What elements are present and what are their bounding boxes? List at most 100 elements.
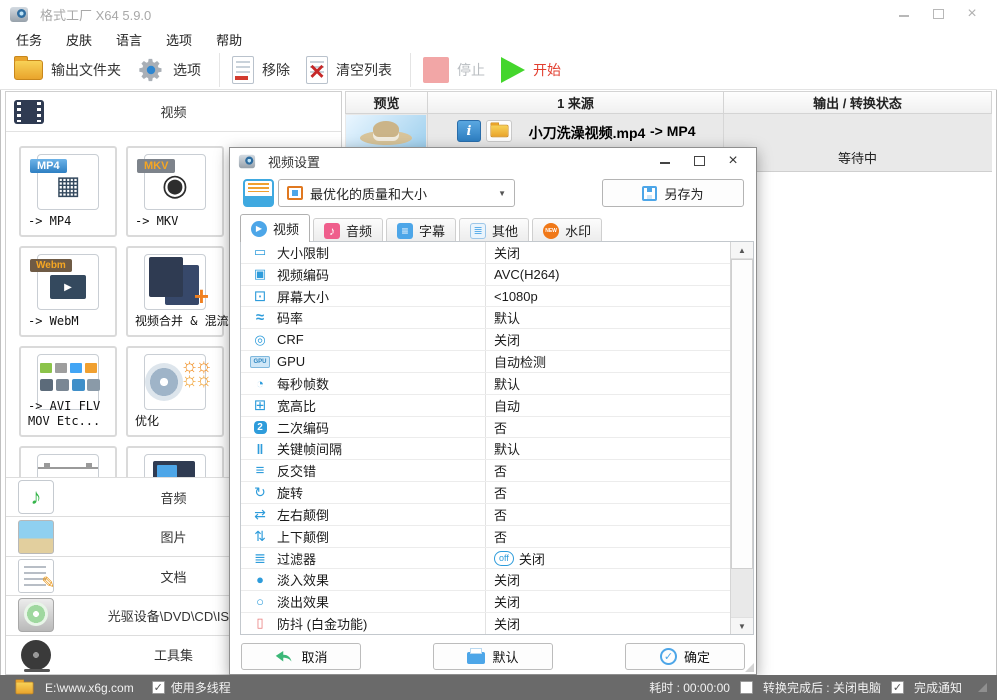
video-preview-thumbnail[interactable] <box>346 115 426 147</box>
scroll-down-icon[interactable]: ▼ <box>731 617 753 634</box>
open-output-folder-button[interactable] <box>486 120 512 142</box>
scrollbar[interactable]: ▲ ▼ <box>730 242 753 634</box>
window-resize-grip[interactable] <box>978 683 987 692</box>
setting-row[interactable]: 宽高比 自动 <box>241 394 730 417</box>
dialog-tab[interactable]: 视频 <box>240 214 311 242</box>
menu-item[interactable]: 选项 <box>166 30 192 49</box>
setting-value[interactable]: 否 <box>486 483 730 502</box>
multithread-checkbox[interactable] <box>151 681 165 694</box>
format-card[interactable]: -> MKV <box>126 146 224 237</box>
minimize-icon[interactable] <box>897 7 911 21</box>
fade-in-icon <box>250 572 270 587</box>
clear-list-label: 清空列表 <box>336 61 392 78</box>
setting-value[interactable]: 默认 <box>486 308 730 327</box>
column-preview[interactable]: 预览 <box>346 92 428 113</box>
setting-value[interactable]: 否 <box>486 527 730 546</box>
format-card[interactable]: -> WebM <box>19 246 117 337</box>
setting-row[interactable]: 视频编码 AVC(H264) <box>241 263 730 286</box>
setting-value[interactable]: off 关闭 <box>486 549 730 568</box>
menu-item[interactable]: 皮肤 <box>66 30 92 49</box>
media-info-button[interactable]: i <box>457 120 481 142</box>
setting-value[interactable]: 关闭 <box>486 330 730 349</box>
setting-value[interactable]: 否 <box>486 418 730 437</box>
column-source[interactable]: 1 来源 <box>428 92 724 113</box>
setting-row[interactable]: 上下颠倒 否 <box>241 525 730 548</box>
setting-value[interactable]: 关闭 <box>486 243 730 262</box>
output-path-item[interactable]: E:\www.x6g.com <box>10 678 134 698</box>
toolbar: 输出文件夹 选项 移除 清空列表 停止 开始 <box>0 50 997 90</box>
scroll-up-icon[interactable]: ▲ <box>731 242 753 259</box>
dialog-tab[interactable]: 水印 <box>532 218 603 242</box>
setting-value[interactable]: 关闭 <box>486 570 730 589</box>
cancel-button[interactable]: 取消 <box>241 643 361 670</box>
setting-row[interactable]: 二次编码 否 <box>241 416 730 439</box>
ok-button[interactable]: 确定 <box>625 643 745 670</box>
setting-value[interactable]: 关闭 <box>486 592 730 611</box>
filelist-header: 预览 1 来源 输出 / 转换状态 <box>345 91 992 114</box>
setting-row[interactable]: 淡出效果 关闭 <box>241 591 730 614</box>
cancel-label: 取消 <box>301 650 328 665</box>
setting-row[interactable]: 每秒帧数 默认 <box>241 372 730 395</box>
dialog-tab[interactable]: 其他 <box>459 218 530 242</box>
close-icon[interactable] <box>965 7 979 21</box>
setting-row[interactable]: GPU 自动检测 <box>241 351 730 373</box>
setting-value[interactable]: 自动 <box>486 396 730 415</box>
setting-value[interactable]: 默认 <box>486 439 730 458</box>
dialog-resize-grip[interactable] <box>745 663 754 672</box>
remove-button[interactable]: 移除 <box>232 55 290 84</box>
dialog-maximize-icon[interactable] <box>692 154 706 168</box>
clear-list-button[interactable]: 清空列表 <box>306 55 392 84</box>
setting-row[interactable]: 左右颠倒 否 <box>241 503 730 526</box>
save-as-button[interactable]: 另存为 <box>602 179 744 207</box>
setting-row[interactable]: 大小限制 关闭 <box>241 242 730 264</box>
options-button[interactable]: 选项 <box>137 56 201 84</box>
stop-button[interactable]: 停止 <box>423 56 485 83</box>
dialog-tab[interactable]: 字幕 <box>386 218 457 242</box>
format-card[interactable]: -> MP4 <box>19 146 117 237</box>
stop-label: 停止 <box>457 61 485 78</box>
setting-row[interactable]: 淡入效果 关闭 <box>241 569 730 592</box>
setting-value[interactable]: 默认 <box>486 374 730 393</box>
column-output-status[interactable]: 输出 / 转换状态 <box>724 92 991 113</box>
format-card[interactable]: 优化 <box>126 346 224 437</box>
format-card[interactable]: 视频合并 & 混流 <box>126 246 229 337</box>
scrollbar-thumb[interactable] <box>731 259 753 569</box>
start-button[interactable]: 开始 <box>501 56 561 83</box>
dialog-tab[interactable]: 音频 <box>313 218 384 242</box>
sidebar-section-video[interactable]: 视频 <box>6 92 341 132</box>
setting-row[interactable]: 关键帧间隔 默认 <box>241 438 730 461</box>
setting-value[interactable]: 否 <box>486 461 730 480</box>
output-folder-button[interactable]: 输出文件夹 <box>14 55 121 80</box>
setting-value[interactable]: <1080p <box>486 289 730 304</box>
setting-row[interactable]: 旋转 否 <box>241 482 730 504</box>
setting-row[interactable]: 防抖 (白金功能) 关闭 <box>241 613 730 634</box>
notify-label: 完成通知 <box>913 681 962 695</box>
format-card[interactable]: -> AVI FLV MOV Etc... <box>19 346 117 437</box>
scrollbar-track[interactable] <box>731 568 753 617</box>
maximize-icon[interactable] <box>931 7 945 21</box>
remove-label: 移除 <box>262 61 290 78</box>
notify-checkbox[interactable] <box>890 681 904 694</box>
setting-value[interactable]: 关闭 <box>486 614 730 633</box>
setting-row[interactable]: 码率 默认 <box>241 307 730 330</box>
setting-row[interactable]: 过滤器 off 关闭 <box>241 547 730 570</box>
setting-row[interactable]: 屏幕大小 <1080p <box>241 285 730 308</box>
setting-row[interactable]: CRF 关闭 <box>241 329 730 352</box>
dialog-title: 视频设置 <box>268 154 321 170</box>
conversion-status: 等待中 <box>837 151 877 166</box>
menu-item[interactable]: 语言 <box>116 30 142 49</box>
setting-value[interactable]: 自动检测 <box>486 352 730 371</box>
menu-item[interactable]: 任务 <box>16 30 42 49</box>
dialog-minimize-icon[interactable] <box>658 154 672 168</box>
dialog-close-icon[interactable] <box>726 154 740 168</box>
preset-dropdown[interactable]: 最优化的质量和大小 ▼ <box>278 179 515 207</box>
default-label: 默认 <box>492 650 519 665</box>
default-button[interactable]: 默认 <box>433 643 553 670</box>
multithread-option[interactable]: 使用多线程 <box>151 679 231 696</box>
shutdown-checkbox[interactable] <box>739 681 753 694</box>
menu-item[interactable]: 帮助 <box>216 30 242 49</box>
setting-value[interactable]: AVC(H264) <box>486 267 730 282</box>
toolbar-separator <box>219 52 220 87</box>
setting-row[interactable]: 反交错 否 <box>241 460 730 483</box>
setting-value[interactable]: 否 <box>486 505 730 524</box>
